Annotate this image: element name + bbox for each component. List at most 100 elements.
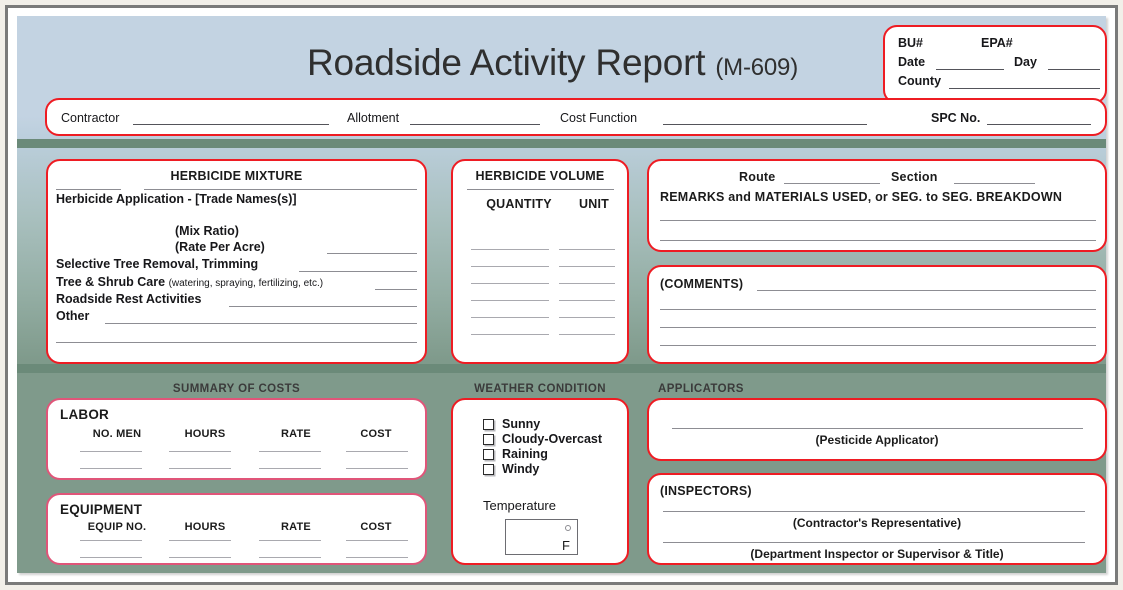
quantity-input-line[interactable] [471, 300, 549, 301]
column-header-quantity: QUANTITY [486, 197, 552, 211]
header-info-box: BU# EPA# Date Day County [883, 25, 1107, 104]
section-input-line[interactable] [954, 183, 1035, 184]
equipment-hours-input-line[interactable] [169, 540, 231, 541]
quantity-input-line[interactable] [471, 334, 549, 335]
route-remarks-panel: Route Section REMARKS and MATERIALS USED… [647, 159, 1107, 252]
equipment-title: EQUIPMENT [60, 502, 143, 517]
unit-input-line[interactable] [559, 317, 615, 318]
weather-option-windy[interactable]: Windy [502, 462, 539, 476]
herbicide-mixture-rule-right[interactable] [144, 189, 417, 190]
column-header-hours: HOURS [184, 428, 226, 440]
weather-option-sunny[interactable]: Sunny [502, 417, 540, 431]
unit-input-line[interactable] [559, 249, 615, 250]
equipment-equip-no-input-line[interactable] [80, 540, 142, 541]
department-inspector-signature-line[interactable] [663, 542, 1085, 543]
section-label: Section [891, 170, 938, 184]
applicators-panel: (Pesticide Applicator) [647, 398, 1107, 461]
outer-frame: Roadside Activity Report (M-609) BU# EPA… [5, 5, 1118, 585]
checkbox-raining[interactable] [483, 449, 494, 460]
labor-cost-input-line[interactable] [346, 468, 408, 469]
unit-input-line[interactable] [559, 283, 615, 284]
quantity-input-line[interactable] [471, 317, 549, 318]
remarks-label: REMARKS and MATERIALS USED, or SEG. to S… [660, 190, 1063, 204]
equipment-hours-input-line[interactable] [169, 557, 231, 558]
quantity-input-line[interactable] [471, 283, 549, 284]
comments-input-line[interactable] [660, 309, 1096, 310]
labor-hours-input-line[interactable] [169, 468, 231, 469]
allotment-label: Allotment [347, 111, 400, 125]
unit-input-line[interactable] [559, 266, 615, 267]
column-header-cost: COST [360, 521, 392, 533]
labor-rate-input-line[interactable] [259, 451, 321, 452]
temperature-unit: F [562, 538, 570, 553]
comments-input-line[interactable] [660, 327, 1096, 328]
form-code: (M-609) [715, 54, 798, 81]
weather-option-raining[interactable]: Raining [502, 447, 548, 461]
comments-input-line[interactable] [757, 290, 1096, 291]
remarks-input-line[interactable] [660, 240, 1096, 241]
roadside-rest-input-line[interactable] [229, 306, 417, 307]
column-header-rate: RATE [281, 428, 311, 440]
equipment-cost-input-line[interactable] [346, 557, 408, 558]
equipment-rate-input-line[interactable] [259, 540, 321, 541]
applicators-header: APPLICATORS [658, 383, 744, 395]
day-input-line[interactable] [1048, 69, 1100, 70]
quantity-input-line[interactable] [471, 266, 549, 267]
herbicide-application-label: Herbicide Application - [Trade Names(s)] [56, 192, 297, 206]
allotment-input-line[interactable] [410, 124, 540, 125]
route-label: Route [739, 170, 776, 184]
cost-function-label: Cost Function [560, 111, 638, 125]
labor-no-men-input-line[interactable] [80, 451, 142, 452]
remarks-input-line[interactable] [660, 220, 1096, 221]
equipment-cost-input-line[interactable] [346, 540, 408, 541]
comments-panel: (COMMENTS) [647, 265, 1107, 364]
weather-option-cloudy-overcast[interactable]: Cloudy-Overcast [502, 432, 602, 446]
checkbox-cloudy-overcast[interactable] [483, 434, 494, 445]
weather-condition-header: WEATHER CONDITION [474, 383, 606, 395]
rate-per-acre-input-line[interactable] [327, 253, 417, 254]
unit-input-line[interactable] [559, 334, 615, 335]
tree-shrub-care-text: Tree & Shrub Care [56, 275, 166, 289]
quantity-input-line[interactable] [471, 249, 549, 250]
inspectors-panel: (INSPECTORS) (Contractor's Representativ… [647, 473, 1107, 565]
roadside-rest-label: Roadside Rest Activities [56, 292, 202, 306]
date-label: Date [898, 55, 926, 69]
cost-function-input-line[interactable] [663, 124, 867, 125]
county-label: County [898, 74, 942, 88]
other-input-line[interactable] [105, 323, 417, 324]
checkbox-sunny[interactable] [483, 419, 494, 430]
selective-tree-removal-input-line[interactable] [299, 271, 417, 272]
herbicide-mixture-title: HERBICIDE MIXTURE [170, 169, 303, 183]
herbicide-volume-underline [467, 189, 614, 190]
contractor-representative-signature-line[interactable] [663, 511, 1085, 512]
epa-number-label: EPA# [981, 36, 1013, 50]
labor-panel: LABOR NO. MEN HOURS RATE COST [46, 398, 427, 480]
column-header-hours: HOURS [184, 521, 226, 533]
herbicide-mixture-rule-left[interactable] [56, 189, 121, 190]
tree-shrub-care-input-line[interactable] [375, 289, 417, 290]
pesticide-applicator-signature-line[interactable] [672, 428, 1083, 429]
equipment-rate-input-line[interactable] [259, 557, 321, 558]
labor-rate-input-line[interactable] [259, 468, 321, 469]
column-header-cost: COST [360, 428, 392, 440]
checkbox-windy[interactable] [483, 464, 494, 475]
contractor-input-line[interactable] [133, 124, 329, 125]
date-input-line[interactable] [936, 69, 1004, 70]
equipment-panel: EQUIPMENT EQUIP NO. HOURS RATE COST [46, 493, 427, 565]
spc-number-input-line[interactable] [987, 124, 1091, 125]
route-input-line[interactable] [784, 183, 880, 184]
other-label: Other [56, 309, 90, 323]
labor-hours-input-line[interactable] [169, 451, 231, 452]
temperature-input[interactable]: F [505, 519, 578, 555]
labor-no-men-input-line[interactable] [80, 468, 142, 469]
county-input-line[interactable] [949, 88, 1100, 89]
mix-ratio-label: (Mix Ratio) [175, 224, 239, 238]
equipment-equip-no-input-line[interactable] [80, 557, 142, 558]
herbicide-mixture-panel: HERBICIDE MIXTURE Herbicide Application … [46, 159, 427, 364]
labor-cost-input-line[interactable] [346, 451, 408, 452]
comments-input-line[interactable] [660, 345, 1096, 346]
bu-number-label: BU# [898, 36, 924, 50]
herbicide-extra-line[interactable] [56, 342, 417, 343]
temperature-label: Temperature [483, 498, 556, 513]
unit-input-line[interactable] [559, 300, 615, 301]
